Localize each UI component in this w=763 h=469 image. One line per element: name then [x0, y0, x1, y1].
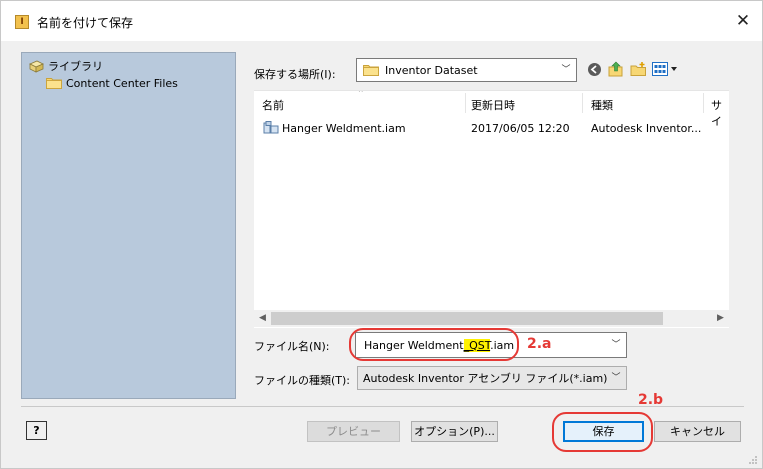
library-icon [29, 60, 44, 73]
assembly-file-icon [263, 121, 279, 134]
scrollbar-thumb[interactable] [271, 312, 663, 325]
title-bar: I 名前を付けて保存 ✕ [1, 1, 762, 41]
annotation-label-2b: 2.b [638, 392, 664, 408]
resize-grip-icon[interactable] [748, 455, 758, 465]
save-button[interactable]: 保存 [563, 421, 644, 442]
file-list[interactable]: ⌃ 名前 更新日時 種類 サイ Hanger Weldment.iam 2017… [254, 90, 729, 328]
column-header-name[interactable]: 名前 [262, 97, 284, 113]
folder-icon [46, 78, 62, 89]
chevron-down-icon[interactable]: ﹀ [609, 337, 623, 353]
file-name-cell: Hanger Weldment.iam [282, 122, 406, 135]
footer-divider [21, 406, 744, 407]
column-separator[interactable] [465, 93, 466, 113]
chevron-down-icon[interactable]: ﹀ [559, 62, 573, 78]
folder-icon [363, 65, 379, 76]
places-item-content-center[interactable]: Content Center Files [46, 75, 178, 91]
cancel-button[interactable]: キャンセル [654, 421, 741, 442]
places-item-label: Content Center Files [66, 76, 178, 90]
file-modified-cell: 2017/06/05 12:20 [471, 122, 570, 135]
scroll-left-icon[interactable]: ◀ [254, 310, 271, 327]
dialog-title: 名前を付けて保存 [37, 16, 134, 30]
annotation-label-2a: 2.a [527, 336, 552, 352]
file-type-dropdown[interactable]: Autodesk Inventor アセンブリ ファイル(*.iam) ﹀ [357, 366, 627, 390]
view-menu-icon[interactable] [652, 60, 678, 78]
column-header-modified[interactable]: 更新日時 [471, 97, 515, 113]
file-name-label: ファイル名(N): [254, 340, 330, 353]
options-button[interactable]: オプション(P)... [411, 421, 498, 442]
places-item-library[interactable]: ライブラリ [29, 58, 103, 74]
places-item-label: ライブラリ [48, 60, 103, 73]
horizontal-scrollbar[interactable]: ◀ ▶ [254, 310, 729, 327]
places-pane: ライブラリ Content Center Files [21, 52, 236, 399]
help-button[interactable]: ? [26, 421, 47, 440]
close-button[interactable]: ✕ [730, 9, 756, 33]
file-row[interactable]: Hanger Weldment.iam 2017/06/05 12:20 Aut… [254, 119, 729, 137]
back-icon[interactable] [585, 60, 603, 78]
new-folder-icon[interactable] [629, 60, 647, 78]
sort-ascending-icon: ⌃ [357, 90, 365, 99]
scroll-right-icon[interactable]: ▶ [712, 310, 729, 327]
file-type-cell: Autodesk Inventor... [591, 122, 702, 135]
file-type-value: Autodesk Inventor アセンブリ ファイル(*.iam) [363, 372, 608, 385]
save-as-dialog: I 名前を付けて保存 ✕ ライブラリ Content Center Files … [0, 0, 763, 469]
save-in-dropdown[interactable]: Inventor Dataset ﹀ [356, 58, 577, 82]
file-type-label: ファイルの種類(T): [254, 374, 351, 387]
column-separator[interactable] [703, 93, 704, 113]
column-header-type[interactable]: 種類 [591, 97, 613, 113]
save-in-value: Inventor Dataset [385, 63, 478, 77]
save-in-label: 保存する場所(I): [254, 68, 336, 81]
preview-button[interactable]: プレビュー [307, 421, 400, 442]
inventor-app-icon: I [15, 15, 29, 29]
chevron-down-icon[interactable]: ﹀ [609, 370, 623, 386]
column-separator[interactable] [582, 93, 583, 113]
annotation-circle-2a [349, 328, 519, 361]
up-folder-icon[interactable] [607, 60, 625, 78]
